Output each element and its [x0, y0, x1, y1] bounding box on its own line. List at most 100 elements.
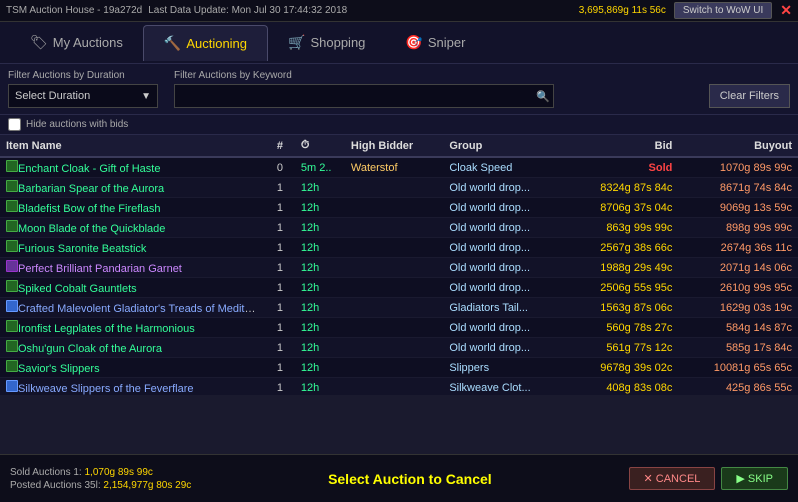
item-count: 1 — [265, 298, 295, 318]
item-name-text: Spiked Cobalt Gauntlets — [18, 283, 137, 295]
duration-value: Select Duration — [15, 90, 90, 102]
table-row[interactable]: Barbarian Spear of the Aurora112hOld wor… — [0, 178, 798, 198]
item-icon — [6, 300, 18, 312]
col-header-group[interactable]: Group — [443, 135, 567, 157]
table-row[interactable]: Enchant Cloak - Gift of Haste05m 2..Wate… — [0, 157, 798, 178]
item-count: 1 — [265, 318, 295, 338]
item-bidder — [345, 378, 443, 396]
duration-filter-group: Filter Auctions by Duration Select Durat… — [8, 70, 158, 108]
table-row[interactable]: Moon Blade of the Quickblade112hOld worl… — [0, 218, 798, 238]
bottom-buttons: ✕ CANCEL ▶ SKIP — [629, 467, 789, 490]
tab-sniper-label: Sniper — [428, 35, 466, 50]
table-row[interactable]: Crafted Malevolent Gladiator's Treads of… — [0, 298, 798, 318]
table-row[interactable]: Spiked Cobalt Gauntlets112hOld world dro… — [0, 278, 798, 298]
col-header-time[interactable]: ⏱ — [295, 135, 345, 157]
item-bid: 1988g 29s 49c — [567, 258, 678, 278]
title-bar-left: TSM Auction House - 19a272d Last Data Up… — [6, 5, 347, 16]
item-bid: 1563g 87s 06c — [567, 298, 678, 318]
tab-my-auctions[interactable]: 🏷 My Auctions — [10, 25, 143, 61]
item-time: 5m 2.. — [295, 157, 345, 178]
hide-bids-checkbox[interactable] — [8, 118, 21, 131]
item-count: 1 — [265, 278, 295, 298]
close-btn[interactable]: ✕ — [780, 2, 792, 19]
item-bidder — [345, 338, 443, 358]
col-header-bidder[interactable]: High Bidder — [345, 135, 443, 157]
keyword-input-wrap: 🔍 — [174, 84, 554, 108]
item-icon — [6, 360, 18, 372]
item-buyout: 584g 14s 87c — [678, 318, 798, 338]
item-buyout: 585g 17s 84c — [678, 338, 798, 358]
switch-to-wow-btn[interactable]: Switch to WoW UI — [674, 2, 772, 19]
item-count: 1 — [265, 378, 295, 396]
tab-shopping[interactable]: 🛒 Shopping — [268, 25, 385, 61]
table-row[interactable]: Savior's Slippers112hSlippers9678g 39s 0… — [0, 358, 798, 378]
col-header-bid[interactable]: Bid — [567, 135, 678, 157]
tab-sniper[interactable]: 🎯 Sniper — [385, 25, 485, 61]
item-group: Old world drop... — [443, 338, 567, 358]
item-group: Old world drop... — [443, 238, 567, 258]
item-bidder — [345, 218, 443, 238]
item-time: 12h — [295, 338, 345, 358]
last-update: Last Data Update: Mon Jul 30 17:44:32 20… — [148, 5, 347, 16]
sold-badge: Sold — [649, 162, 673, 174]
item-bidder — [345, 358, 443, 378]
posted-value: 2,154,977g 80s 29c — [103, 480, 191, 491]
clear-filters-btn[interactable]: Clear Filters — [709, 84, 790, 108]
item-name-cell: Bladefist Bow of the Fireflash — [0, 198, 265, 218]
auction-table-container: Item Name # ⏱ High Bidder Group Bid Buyo… — [0, 135, 798, 395]
table-row[interactable]: Bladefist Bow of the Fireflash112hOld wo… — [0, 198, 798, 218]
item-count: 1 — [265, 338, 295, 358]
item-name-cell: Barbarian Spear of the Aurora — [0, 178, 265, 198]
item-buyout: 2610g 99s 95c — [678, 278, 798, 298]
item-bidder — [345, 298, 443, 318]
table-row[interactable]: Perfect Brilliant Pandarian Garnet112hOl… — [0, 258, 798, 278]
tab-auctioning[interactable]: 🔨 Auctioning — [143, 25, 268, 61]
item-name-text: Perfect Brilliant Pandarian Garnet — [18, 263, 182, 275]
item-bid: 2506g 55s 95c — [567, 278, 678, 298]
bottom-status: Sold Auctions 1: 1,070g 89s 99c Posted A… — [10, 467, 191, 491]
item-icon — [6, 380, 18, 392]
table-row[interactable]: Furious Saronite Beatstick112hOld world … — [0, 238, 798, 258]
item-bid: 863g 99s 99c — [567, 218, 678, 238]
tab-my-auctions-label: My Auctions — [53, 35, 123, 50]
item-buyout: 2071g 14s 06c — [678, 258, 798, 278]
item-bidder — [345, 278, 443, 298]
auctioning-icon: 🔨 — [164, 35, 181, 52]
cancel-button[interactable]: ✕ CANCEL — [629, 467, 716, 490]
col-header-item-name[interactable]: Item Name — [0, 135, 265, 157]
col-header-num[interactable]: # — [265, 135, 295, 157]
item-group: Old world drop... — [443, 278, 567, 298]
item-time: 12h — [295, 178, 345, 198]
search-icon[interactable]: 🔍 — [536, 90, 550, 103]
duration-filter-label: Filter Auctions by Duration — [8, 70, 158, 81]
col-header-buyout[interactable]: Buyout — [678, 135, 798, 157]
auction-table: Item Name # ⏱ High Bidder Group Bid Buyo… — [0, 135, 798, 395]
item-group: Old world drop... — [443, 258, 567, 278]
item-time: 12h — [295, 318, 345, 338]
item-bid: 560g 78s 27c — [567, 318, 678, 338]
item-name-text: Oshu'gun Cloak of the Aurora — [18, 343, 162, 355]
item-bidder — [345, 198, 443, 218]
item-name-cell: Spiked Cobalt Gauntlets — [0, 278, 265, 298]
item-group: Old world drop... — [443, 178, 567, 198]
item-icon — [6, 320, 18, 332]
table-row[interactable]: Oshu'gun Cloak of the Aurora 112h Old worl… — [0, 338, 798, 358]
item-group: Gladiators Tail... — [443, 298, 567, 318]
item-name-text: Moon Blade of the Quickblade — [18, 223, 165, 235]
item-bid: 8324g 87s 84c — [567, 178, 678, 198]
tab-shopping-label: Shopping — [310, 35, 365, 50]
item-name-text: Ironfist Legplates of the Harmonious — [18, 323, 195, 335]
item-bid: 2567g 38s 66c — [567, 238, 678, 258]
item-bidder — [345, 238, 443, 258]
duration-select[interactable]: Select Duration ▼ — [8, 84, 158, 108]
item-group: Old world drop... — [443, 218, 567, 238]
item-bid: 408g 83s 08c — [567, 378, 678, 396]
table-row[interactable]: Ironfist Legplates of the Harmonious 112h… — [0, 318, 798, 338]
skip-button[interactable]: ▶ SKIP — [721, 467, 788, 490]
table-row[interactable]: Silkweave Slippers of the Feverflare112h… — [0, 378, 798, 396]
item-name-cell: Perfect Brilliant Pandarian Garnet — [0, 258, 265, 278]
item-time: 12h — [295, 378, 345, 396]
keyword-input[interactable] — [174, 84, 554, 108]
item-icon — [6, 160, 18, 172]
item-buyout: 425g 86s 55c — [678, 378, 798, 396]
